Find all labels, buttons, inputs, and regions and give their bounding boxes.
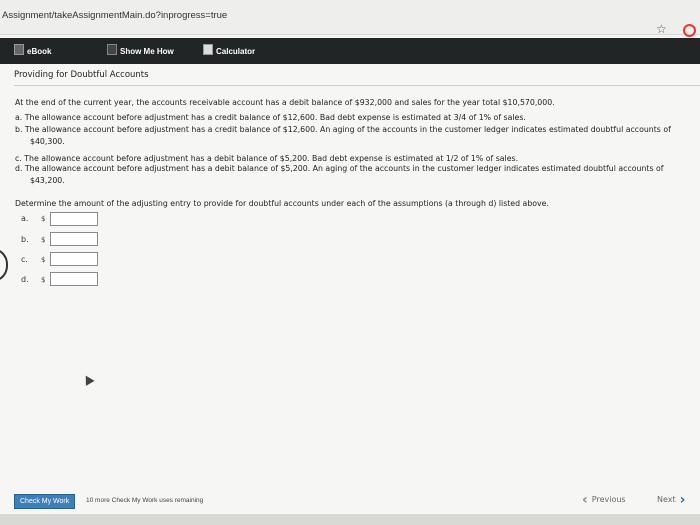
bottom-bar: Check My Work 10 more Check My Work uses…: [0, 486, 700, 514]
ebook-button[interactable]: eBook: [14, 44, 51, 56]
video-icon: [107, 44, 117, 55]
currency-symbol-a: $: [41, 215, 46, 223]
next-label: Next: [657, 495, 676, 504]
show-me-how-button[interactable]: Show Me How: [107, 44, 174, 56]
assumption-b: b. The allowance account before adjustme…: [15, 125, 671, 134]
assumption-b-amount: $40,300.: [30, 137, 65, 146]
calculator-label: Calculator: [216, 47, 256, 56]
answer-input-a[interactable]: [50, 212, 98, 226]
assumption-d-amount: $43,200.: [30, 176, 65, 185]
answer-label-b: b.: [21, 235, 29, 244]
assumption-d: d. The allowance account before adjustme…: [15, 164, 664, 173]
problem-intro: At the end of the current year, the acco…: [15, 98, 555, 107]
star-icon[interactable]: ☆: [656, 22, 667, 36]
ebook-label: eBook: [27, 47, 52, 56]
browser-address-bar[interactable]: Assignment/takeAssignmentMain.do?inprogr…: [0, 0, 700, 37]
opera-icon[interactable]: [683, 24, 696, 37]
currency-symbol-c: $: [41, 256, 46, 264]
assumption-a: a. The allowance account before adjustme…: [15, 113, 526, 122]
window-bottom-edge: [0, 514, 700, 525]
previous-button[interactable]: ‹ Previous: [582, 492, 626, 508]
show-me-how-label: Show Me How: [120, 47, 174, 56]
question-text: Determine the amount of the adjusting en…: [15, 199, 549, 208]
answer-label-d: d.: [21, 275, 29, 284]
previous-label: Previous: [591, 495, 626, 504]
answer-input-c[interactable]: [50, 252, 98, 266]
chevron-left-icon: ‹: [582, 492, 588, 508]
answer-label-a: a.: [21, 214, 29, 223]
assignment-toolbar: eBook Show Me How Calculator: [0, 38, 700, 64]
answer-label-c: c.: [21, 255, 28, 264]
next-button[interactable]: Next ›: [657, 492, 685, 508]
chevron-right-icon: ›: [679, 492, 686, 508]
calculator-button[interactable]: Calculator: [203, 44, 255, 56]
url-text[interactable]: Assignment/takeAssignmentMain.do?inprogr…: [2, 10, 227, 21]
book-icon: [14, 44, 24, 55]
calculator-icon: [203, 44, 213, 55]
answer-input-b[interactable]: [50, 232, 98, 246]
currency-symbol-d: $: [41, 276, 46, 284]
currency-symbol-b: $: [41, 236, 46, 244]
check-my-work-button[interactable]: Check My Work: [14, 494, 76, 509]
problem-title: Providing for Doubtful Accounts: [14, 70, 149, 80]
answer-input-d[interactable]: [50, 272, 98, 286]
title-divider: [14, 85, 700, 86]
remaining-checks-text: 10 more Check My Work uses remaining: [86, 497, 204, 504]
